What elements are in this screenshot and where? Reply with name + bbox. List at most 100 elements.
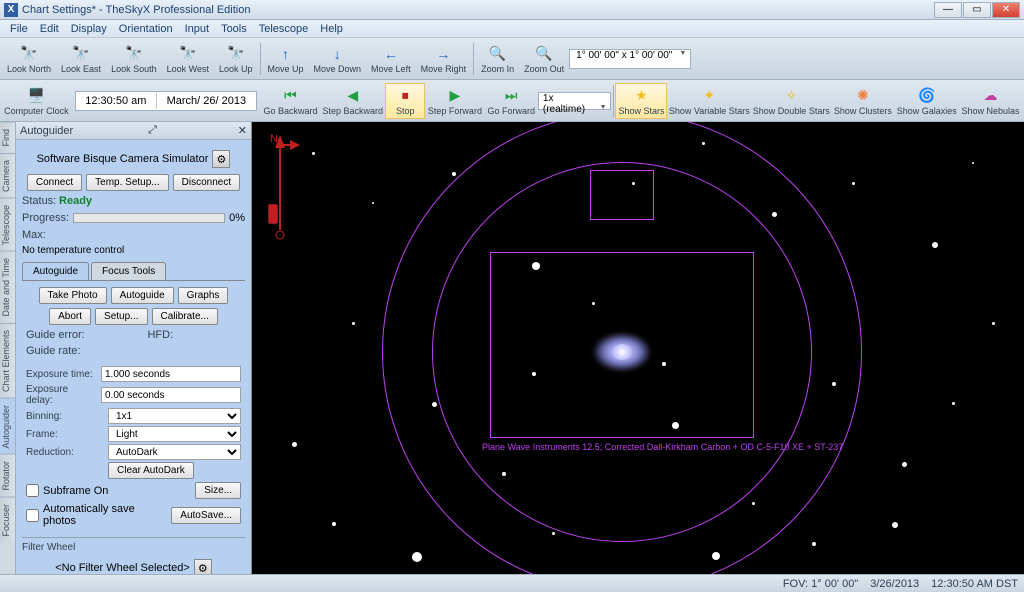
separator bbox=[613, 85, 614, 117]
menu-edit[interactable]: Edit bbox=[34, 21, 65, 37]
filter-wheel-name-row: <No Filter Wheel Selected> ⚙ bbox=[22, 555, 245, 574]
move-left-button[interactable]: ←Move Left bbox=[366, 41, 416, 77]
orientation-slider[interactable] bbox=[268, 204, 278, 224]
abort-button[interactable]: Abort bbox=[49, 308, 91, 325]
camera-name: Software Bisque Camera Simulator bbox=[37, 153, 209, 165]
fov-select[interactable]: 1° 00' 00" x 1° 00' 00" bbox=[569, 49, 691, 69]
tab-camera[interactable]: Camera bbox=[0, 153, 15, 198]
setup-button[interactable]: Setup... bbox=[95, 308, 147, 325]
tab-telescope[interactable]: Telescope bbox=[0, 198, 15, 252]
app-icon: X bbox=[4, 3, 18, 17]
calibrate-button[interactable]: Calibrate... bbox=[152, 308, 218, 325]
fov-overlay-text: Plane Wave Instruments 12.5; Corrected D… bbox=[482, 442, 843, 452]
subframe-label: Subframe On bbox=[43, 485, 108, 497]
progress-bar bbox=[73, 213, 225, 223]
tab-date-time[interactable]: Date and Time bbox=[0, 251, 15, 323]
menu-telescope[interactable]: Telescope bbox=[253, 21, 315, 37]
filter-wheel-settings-button[interactable]: ⚙ bbox=[194, 559, 212, 574]
look-south-button[interactable]: 🔭Look South bbox=[106, 41, 162, 77]
tab-autoguider[interactable]: Autoguider bbox=[0, 398, 15, 455]
date-input[interactable] bbox=[156, 93, 256, 109]
tab-rotator[interactable]: Rotator bbox=[0, 454, 15, 497]
time-input[interactable] bbox=[76, 93, 156, 109]
autosave-button[interactable]: AutoSave... bbox=[171, 507, 241, 524]
computer-clock-button[interactable]: 🖥️Computer Clock bbox=[2, 83, 71, 119]
autosave-label: Automatically save photos bbox=[43, 503, 167, 527]
binoculars-icon: 🔭 bbox=[71, 44, 91, 64]
look-up-button[interactable]: 🔭Look Up bbox=[214, 41, 258, 77]
go-forward-button[interactable]: ⏭Go Forward bbox=[485, 83, 538, 119]
step-forward-button[interactable]: ▶Step Forward bbox=[425, 83, 484, 119]
temp-setup-button[interactable]: Temp. Setup... bbox=[86, 174, 168, 191]
reduction-select[interactable]: AutoDark bbox=[108, 444, 241, 460]
zoom-in-button[interactable]: 🔍Zoom In bbox=[476, 41, 519, 77]
take-photo-button[interactable]: Take Photo bbox=[39, 287, 107, 304]
rewind-icon: ⏮ bbox=[280, 86, 300, 106]
panel-close-icon[interactable]: ✕ bbox=[238, 124, 247, 137]
connect-button[interactable]: Connect bbox=[27, 174, 82, 191]
clear-autodark-button[interactable]: Clear AutoDark bbox=[108, 462, 194, 479]
move-down-button[interactable]: ↓Move Down bbox=[309, 41, 367, 77]
step-backward-button[interactable]: ◀Step Backward bbox=[320, 83, 385, 119]
stop-button[interactable]: ⏹Stop bbox=[385, 83, 425, 119]
menu-tools[interactable]: Tools bbox=[215, 21, 253, 37]
move-right-button[interactable]: →Move Right bbox=[416, 41, 472, 77]
svg-text:N: N bbox=[270, 133, 278, 145]
compass-indicator: N bbox=[260, 130, 300, 250]
menu-orientation[interactable]: Orientation bbox=[113, 21, 179, 37]
status-value: Ready bbox=[59, 195, 92, 207]
gear-icon: ⚙ bbox=[216, 153, 226, 166]
menu-bar: File Edit Display Orientation Input Tool… bbox=[0, 20, 1024, 38]
autoguide-button[interactable]: Autoguide bbox=[111, 287, 174, 304]
maximize-button[interactable]: ▭ bbox=[963, 2, 991, 18]
rate-select[interactable]: 1x (realtime) bbox=[538, 92, 611, 110]
show-clusters-button[interactable]: ✺Show Clusters bbox=[831, 83, 894, 119]
go-backward-button[interactable]: ⏮Go Backward bbox=[261, 83, 320, 119]
subframe-checkbox[interactable] bbox=[26, 484, 39, 497]
menu-display[interactable]: Display bbox=[65, 21, 113, 37]
look-west-button[interactable]: 🔭Look West bbox=[162, 41, 214, 77]
minimize-button[interactable]: — bbox=[934, 2, 962, 18]
disconnect-button[interactable]: Disconnect bbox=[173, 174, 240, 191]
zoom-out-button[interactable]: 🔍Zoom Out bbox=[519, 41, 569, 77]
show-double-stars-button[interactable]: ✧Show Double Stars bbox=[751, 83, 831, 119]
star bbox=[992, 322, 995, 325]
panel-undock-icon[interactable]: ⤢ bbox=[148, 124, 157, 137]
binning-label: Binning: bbox=[26, 411, 104, 422]
menu-file[interactable]: File bbox=[4, 21, 34, 37]
sky-chart[interactable]: N bbox=[252, 122, 1024, 574]
show-variable-stars-button[interactable]: ✦Show Variable Stars bbox=[667, 83, 751, 119]
no-temp-text: No temperature control bbox=[22, 243, 245, 258]
tab-focus-tools[interactable]: Focus Tools bbox=[91, 262, 166, 280]
stop-icon: ⏹ bbox=[395, 86, 415, 106]
star bbox=[972, 162, 974, 164]
exposure-time-input[interactable] bbox=[101, 366, 241, 382]
exposure-delay-input[interactable] bbox=[101, 387, 241, 403]
camera-name-row: Software Bisque Camera Simulator ⚙ bbox=[22, 146, 245, 172]
tab-chart-elements[interactable]: Chart Elements bbox=[0, 323, 15, 398]
menu-input[interactable]: Input bbox=[179, 21, 215, 37]
show-nebulas-button[interactable]: ☁Show Nebulas bbox=[959, 83, 1022, 119]
guide-error-label: Guide error: bbox=[26, 329, 85, 341]
binoculars-icon: 🔭 bbox=[19, 44, 39, 64]
tab-focuser[interactable]: Focuser bbox=[0, 497, 15, 543]
star bbox=[952, 402, 955, 405]
show-stars-button[interactable]: ★Show Stars bbox=[615, 83, 667, 119]
tab-find[interactable]: Find bbox=[0, 122, 15, 153]
camera-settings-button[interactable]: ⚙ bbox=[212, 150, 230, 168]
status-bar: FOV: 1° 00' 00" 3/26/2013 12:30:50 AM DS… bbox=[0, 574, 1024, 592]
look-north-button[interactable]: 🔭Look North bbox=[2, 41, 56, 77]
max-label: Max: bbox=[22, 229, 46, 241]
look-east-button[interactable]: 🔭Look East bbox=[56, 41, 106, 77]
move-up-button[interactable]: ↑Move Up bbox=[263, 41, 309, 77]
frame-select[interactable]: Light bbox=[108, 426, 241, 442]
graphs-button[interactable]: Graphs bbox=[178, 287, 229, 304]
autosave-checkbox[interactable] bbox=[26, 509, 39, 522]
binning-select[interactable]: 1x1 bbox=[108, 408, 241, 424]
tab-autoguide[interactable]: Autoguide bbox=[22, 262, 89, 280]
size-button[interactable]: Size... bbox=[195, 482, 241, 499]
menu-help[interactable]: Help bbox=[314, 21, 349, 37]
star bbox=[352, 322, 355, 325]
show-galaxies-button[interactable]: 🌀Show Galaxies bbox=[894, 83, 959, 119]
close-button[interactable]: ✕ bbox=[992, 2, 1020, 18]
